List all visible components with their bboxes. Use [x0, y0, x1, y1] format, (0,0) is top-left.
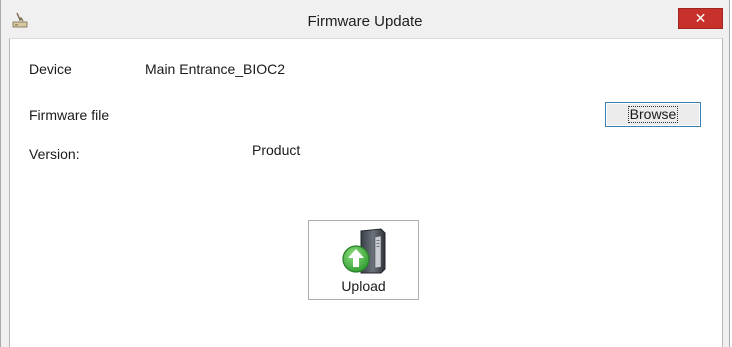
window-title: Firmware Update: [307, 13, 423, 30]
device-value: Main Entrance_BIOC2: [145, 61, 286, 77]
upload-button[interactable]: Upload: [308, 220, 419, 300]
close-icon: ✕: [694, 10, 707, 26]
firmware-update-window: Firmware Update ✕ Device Main Entrance_B…: [0, 0, 730, 347]
dialog-content: Device Main Entrance_BIOC2 Firmware file…: [9, 38, 723, 347]
version-label: Version:: [29, 146, 80, 162]
upload-server-icon: [342, 228, 386, 274]
product-label: Product: [252, 142, 301, 158]
upload-button-label: Upload: [341, 278, 386, 294]
firmware-file-label: Firmware file: [29, 107, 110, 123]
title-bar[interactable]: Firmware Update ✕: [1, 0, 729, 38]
device-label: Device: [29, 61, 72, 77]
browse-button-label: Browse: [627, 106, 679, 123]
browse-button[interactable]: Browse: [605, 102, 701, 127]
close-button[interactable]: ✕: [678, 8, 723, 29]
